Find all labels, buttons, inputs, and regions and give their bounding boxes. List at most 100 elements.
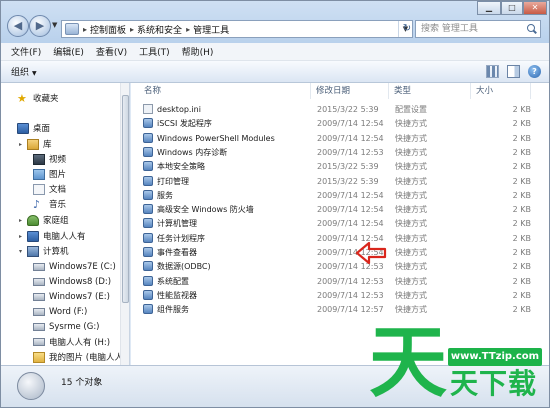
file-name: 本地安全策略 — [157, 162, 205, 172]
nav-scrollbar-thumb[interactable] — [122, 95, 129, 303]
nav-libraries-label: 库 — [43, 140, 52, 150]
shortcut-icon — [143, 146, 153, 157]
file-name: iSCSI 发起程序 — [157, 119, 212, 129]
drive-icon — [33, 263, 45, 271]
file-row[interactable]: 打印管理 2015/3/22 5:39 快捷方式 2 KB — [139, 175, 531, 188]
file-size: 2 KB — [512, 219, 531, 229]
column-header-date[interactable]: 修改日期 — [311, 83, 389, 99]
address-bar[interactable]: ▸ 控制面板 ▸ 系统和安全 ▸ 管理工具 ▼ — [61, 20, 413, 38]
menu-view[interactable]: 查看(V) — [96, 45, 127, 58]
menu-tools[interactable]: 工具(T) — [139, 45, 170, 58]
library-icon — [27, 138, 39, 150]
column-header-name[interactable]: 名称 — [139, 83, 311, 99]
file-type: 快捷方式 — [395, 147, 427, 157]
breadcrumb-system-security[interactable]: 系统和安全 — [137, 23, 182, 36]
preview-pane-icon[interactable] — [507, 65, 520, 78]
nav-my-pictures[interactable]: 我的图片 (电脑人人有) — [33, 350, 129, 364]
file-size: 2 KB — [512, 248, 531, 257]
file-type: 配置设置 — [395, 105, 427, 114]
nav-computer[interactable]: 计算机 — [27, 244, 69, 258]
file-row[interactable]: 计算机管理 2009/7/14 12:54 快捷方式 2 KB — [139, 217, 531, 230]
file-row[interactable]: 本地安全策略 2015/3/22 5:39 快捷方式 2 KB — [139, 160, 531, 173]
forward-button[interactable]: ▶ — [29, 15, 51, 37]
file-row[interactable]: desktop.ini 2015/3/22 5:39 配置设置 2 KB — [139, 103, 531, 116]
menu-file[interactable]: 文件(F) — [11, 45, 41, 58]
recent-pages-dropdown-icon[interactable]: ▼ — [52, 21, 57, 29]
nav-pictures-label: 图片 — [49, 170, 67, 180]
nav-video[interactable]: 视频 — [33, 152, 66, 166]
file-row[interactable]: 性能监视器 2009/7/14 12:53 快捷方式 2 KB — [139, 289, 531, 302]
nav-drive-f[interactable]: Word (F:) — [33, 305, 87, 319]
admin-tools-icon — [17, 372, 45, 400]
nav-video-label: 视频 — [49, 155, 67, 165]
nav-drive-d-label: Windows8 (D:) — [49, 277, 112, 287]
close-button[interactable]: ✕ — [523, 1, 547, 15]
drive-icon — [33, 323, 45, 331]
nav-drive-d[interactable]: Windows8 (D:) — [33, 275, 111, 289]
file-name: Windows 内存诊断 — [157, 147, 228, 157]
watermark-logo-large: 天 — [368, 318, 447, 408]
organize-button[interactable]: 组织 ▼ — [11, 65, 37, 78]
file-type: 快捷方式 — [395, 233, 427, 243]
watermark-logo-text: 天下载 — [450, 367, 538, 400]
file-date: 2009/7/14 12:57 — [317, 305, 384, 315]
file-type: 快捷方式 — [395, 276, 427, 286]
column-header-size[interactable]: 大小 — [471, 83, 531, 99]
file-type: 快捷方式 — [395, 219, 427, 229]
breadcrumb-admin-tools[interactable]: 管理工具 — [193, 23, 229, 36]
expand-libraries-icon[interactable]: ▸ — [19, 141, 22, 148]
shortcut-icon — [143, 232, 153, 243]
file-name: Windows PowerShell Modules — [157, 133, 275, 143]
nav-music[interactable]: ♪ 音乐 — [33, 197, 66, 211]
file-name: 任务计划程序 — [157, 233, 205, 243]
shortcut-icon — [143, 132, 153, 143]
file-name: 高级安全 Windows 防火墙 — [157, 205, 254, 215]
nav-favorites[interactable]: ★ 收藏夹 — [17, 91, 59, 105]
search-icon[interactable] — [526, 23, 538, 35]
expand-computer-icon[interactable]: ▾ — [19, 248, 22, 255]
back-button[interactable]: ◀ — [7, 15, 29, 37]
nav-pictures[interactable]: 图片 — [33, 167, 66, 181]
expand-user-icon[interactable]: ▸ — [19, 233, 22, 240]
file-row[interactable]: Windows PowerShell Modules 2009/7/14 12:5… — [139, 132, 531, 145]
help-icon[interactable]: ? — [528, 65, 541, 78]
file-row[interactable]: Windows 内存诊断 2009/7/14 12:53 快捷方式 2 KB — [139, 146, 531, 159]
nav-libraries[interactable]: 库 — [27, 137, 52, 151]
nav-desktop-label: 桌面 — [33, 124, 51, 134]
nav-user[interactable]: 电脑人人有 — [27, 229, 86, 243]
file-row[interactable]: iSCSI 发起程序 2009/7/14 12:54 快捷方式 2 KB — [139, 117, 531, 130]
nav-documents[interactable]: 文档 — [33, 182, 66, 196]
breadcrumb-control-panel[interactable]: 控制面板 — [90, 23, 126, 36]
maximize-button[interactable]: □ — [501, 1, 523, 15]
nav-drive-g[interactable]: Sysrme (G:) — [33, 320, 100, 334]
search-box[interactable] — [415, 20, 541, 38]
file-row[interactable]: 事件查看器 2009/7/14 12:54 快捷方式 2 KB — [139, 246, 531, 259]
menu-edit[interactable]: 编辑(E) — [53, 45, 84, 58]
shortcut-icon — [143, 261, 153, 272]
file-row[interactable]: 系统配置 2009/7/14 12:53 快捷方式 2 KB — [139, 275, 531, 288]
file-name: 服务 — [157, 190, 173, 200]
nav-desktop[interactable]: 桌面 — [17, 121, 50, 135]
refresh-icon[interactable]: ↻ — [400, 20, 414, 38]
file-date: 2009/7/14 12:53 — [317, 290, 384, 300]
minimize-button[interactable]: ▁ — [477, 1, 501, 15]
file-row[interactable]: 高级安全 Windows 防火墙 2009/7/14 12:54 快捷方式 2 KB — [139, 203, 531, 216]
nav-drive-e[interactable]: Windows7 (E:) — [33, 290, 110, 304]
nav-drive-h[interactable]: 电脑人人有 (H:) — [33, 335, 110, 349]
nav-drive-c[interactable]: Windows7E (C:) — [33, 260, 116, 274]
change-view-icon[interactable] — [486, 65, 499, 78]
file-row[interactable]: 组件服务 2009/7/14 12:57 快捷方式 2 KB — [139, 303, 531, 316]
file-size: 2 KB — [512, 119, 531, 129]
nav-scrollbar[interactable] — [120, 83, 129, 365]
file-row[interactable]: 服务 2009/7/14 12:54 快捷方式 2 KB — [139, 189, 531, 202]
menu-help[interactable]: 帮助(H) — [182, 45, 214, 58]
file-row[interactable]: 数据源(ODBC) 2009/7/14 12:53 快捷方式 2 KB — [139, 260, 531, 273]
file-type: 快捷方式 — [395, 248, 427, 257]
column-header-type[interactable]: 类型 — [389, 83, 471, 99]
nav-homegroup[interactable]: 家庭组 — [27, 213, 69, 227]
search-input[interactable] — [421, 22, 526, 36]
shortcut-icon — [143, 218, 153, 229]
expand-homegroup-icon[interactable]: ▸ — [19, 217, 22, 224]
file-row[interactable]: 任务计划程序 2009/7/14 12:54 快捷方式 2 KB — [139, 232, 531, 245]
desktop-icon — [17, 122, 29, 134]
